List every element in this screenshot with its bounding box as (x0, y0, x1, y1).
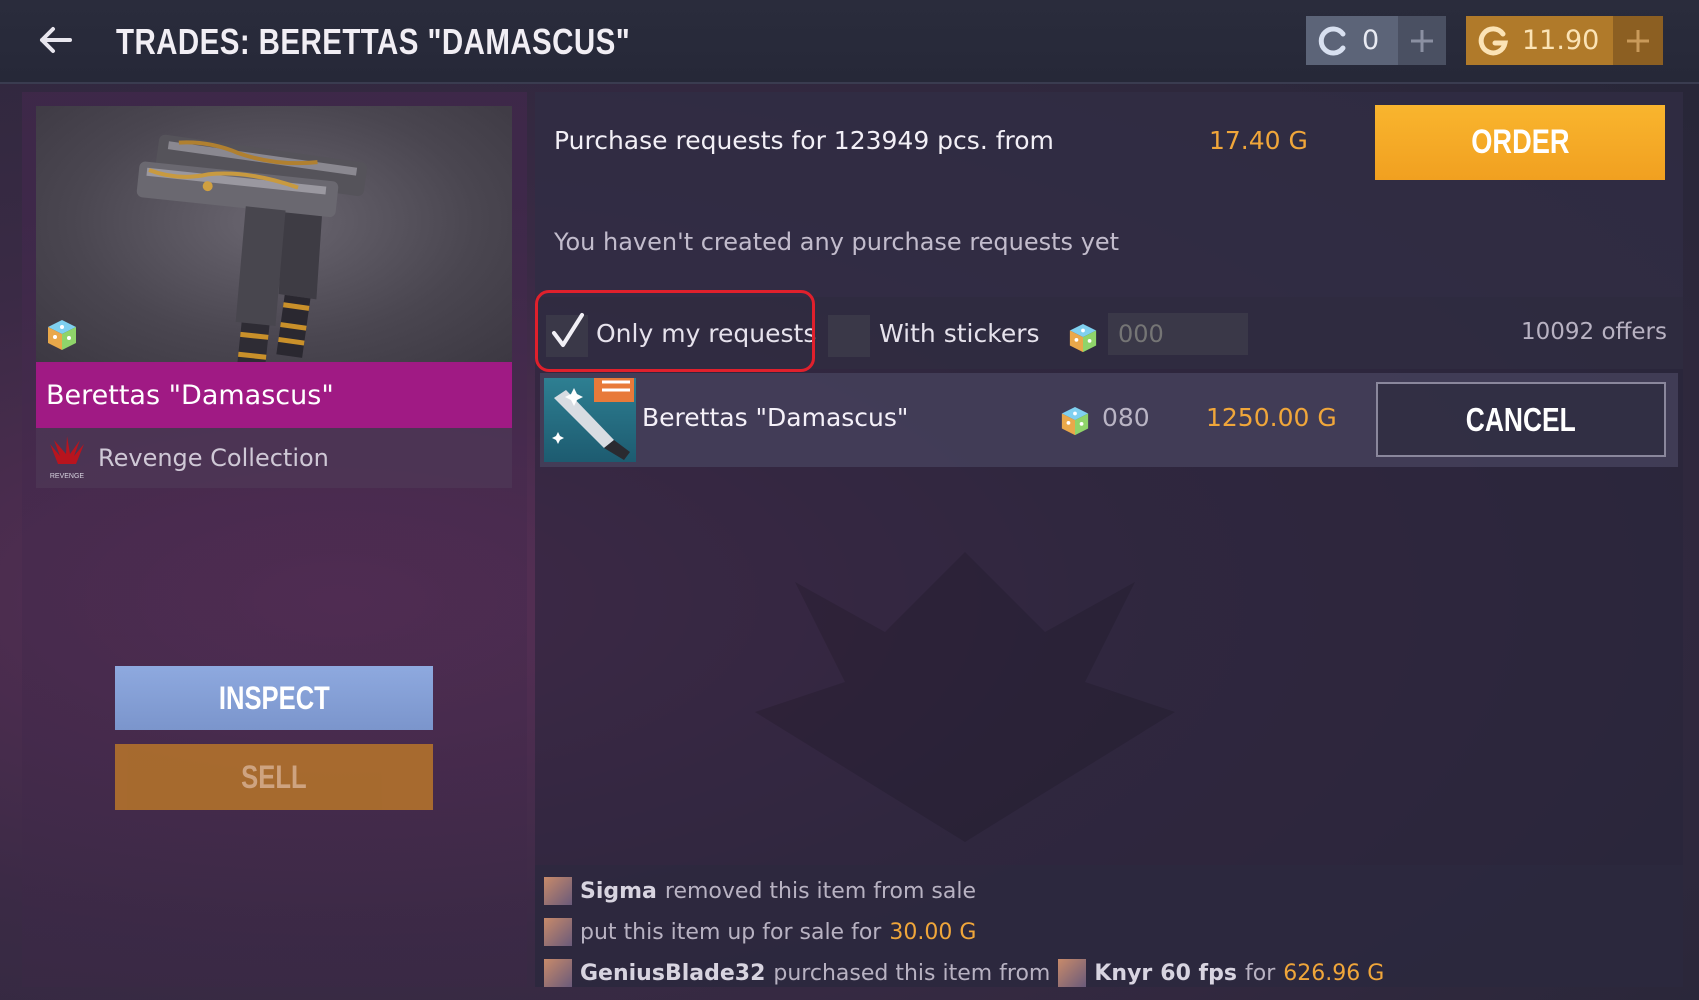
offer-item-name: Berettas "Damascus" (642, 403, 909, 432)
gold-balance-display: 11.90 (1466, 16, 1613, 65)
avatar (544, 959, 572, 987)
avatar (544, 877, 572, 905)
inspect-button[interactable]: INSPECT (115, 666, 433, 730)
history-action: removed this item from sale (664, 878, 977, 904)
plus-icon (1627, 29, 1649, 52)
item-name: Berettas "Damascus" (46, 379, 334, 411)
with-stickers-checkbox[interactable] (828, 315, 870, 357)
checkmark-icon (552, 313, 584, 347)
no-requests-message: You haven't created any purchase request… (554, 228, 1120, 256)
offer-pattern: 080 (1102, 403, 1150, 432)
history-item: GeniusBlade32 purchased this item from K… (544, 959, 1384, 987)
kitsune-dreams-watermark (755, 552, 1175, 842)
arrow-left-icon (40, 27, 72, 53)
order-button-label: ORDER (1470, 123, 1570, 161)
only-my-requests-label[interactable]: Only my requests (596, 319, 816, 348)
item-name-bar: Berettas "Damascus" (36, 362, 512, 428)
silver-currency: 0 (1306, 16, 1446, 65)
offer-row: Berettas "Damascus" 080 1250.00 G CANCEL (540, 373, 1678, 467)
cancel-button[interactable]: CANCEL (1376, 382, 1666, 457)
plus-icon (1411, 29, 1433, 52)
gold-coin-icon (1478, 25, 1508, 55)
pattern-filter-input[interactable] (1108, 313, 1248, 355)
history-action: purchased this item from (773, 960, 1051, 986)
silver-balance: 0 (1362, 25, 1380, 56)
sell-button-label: SELL (241, 758, 307, 795)
top-bar: TRADES: BERETTAS "DAMASCUS" 0 11.90 (0, 0, 1699, 84)
history-seller-suffix: 60 fps (1160, 960, 1237, 986)
collection-name: Revenge Collection (98, 444, 329, 472)
with-stickers-label[interactable]: With stickers (879, 319, 1040, 348)
item-panel: Berettas "Damascus" REVENGE Revenge Coll… (22, 92, 527, 987)
revenge-collection-logo: REVENGE (50, 436, 85, 480)
offers-count: 10092 offers (1521, 319, 1667, 345)
filter-bar: Only my requests With stickers 10092 off… (535, 297, 1683, 369)
order-button[interactable]: ORDER (1375, 105, 1665, 180)
dice-icon (1061, 406, 1089, 436)
offer-item-thumbnail (544, 378, 636, 462)
dice-icon (48, 320, 76, 350)
berettas-thumbnail-image (552, 378, 634, 460)
item-preview-image (36, 106, 512, 362)
gold-currency: 11.90 (1466, 16, 1663, 65)
history-seller[interactable]: Knyr (1094, 961, 1152, 986)
collection-bar: REVENGE Revenge Collection (36, 428, 512, 488)
avatar (544, 918, 572, 946)
history-item: put this item up for sale for 30.00 G (544, 918, 976, 946)
history-price: 30.00 G (889, 919, 977, 945)
history-price: 626.96 G (1283, 960, 1385, 986)
gold-balance: 11.90 (1522, 25, 1600, 56)
inspect-button-label: INSPECT (218, 679, 330, 716)
back-button[interactable] (34, 18, 78, 62)
silver-balance-display: 0 (1306, 16, 1398, 65)
silver-coin-icon (1318, 26, 1346, 55)
purchase-requests-section: Purchase requests for 123949 pcs. from 1… (535, 92, 1683, 297)
add-silver-button[interactable] (1398, 16, 1446, 65)
cancel-button-label: CANCEL (1466, 400, 1576, 438)
history-user[interactable]: GeniusBlade32 (580, 961, 765, 986)
page-title: TRADES: BERETTAS "DAMASCUS" (116, 21, 631, 62)
add-gold-button[interactable] (1613, 16, 1663, 65)
berettas-weapon-image (136, 134, 368, 362)
history-user[interactable]: Sigma (580, 879, 657, 904)
sell-button[interactable]: SELL (115, 744, 433, 810)
history-action: put this item up for sale for (580, 919, 882, 945)
dice-icon (1069, 323, 1097, 353)
history-for: for (1244, 960, 1276, 986)
purchase-requests-summary: Purchase requests for 123949 pcs. from (554, 126, 1054, 155)
offer-price: 1250.00 G (1206, 403, 1337, 432)
trades-panel: Purchase requests for 123949 pcs. from 1… (535, 92, 1683, 987)
history-item: Sigma removed this item from sale (544, 877, 976, 905)
avatar (1058, 959, 1087, 987)
trade-history: Sigma removed this item from sale put th… (535, 865, 1683, 987)
only-my-requests-checkbox[interactable] (546, 313, 588, 357)
svg-text:REVENGE: REVENGE (50, 473, 85, 480)
purchase-requests-min-price: 17.40 G (1209, 126, 1308, 155)
